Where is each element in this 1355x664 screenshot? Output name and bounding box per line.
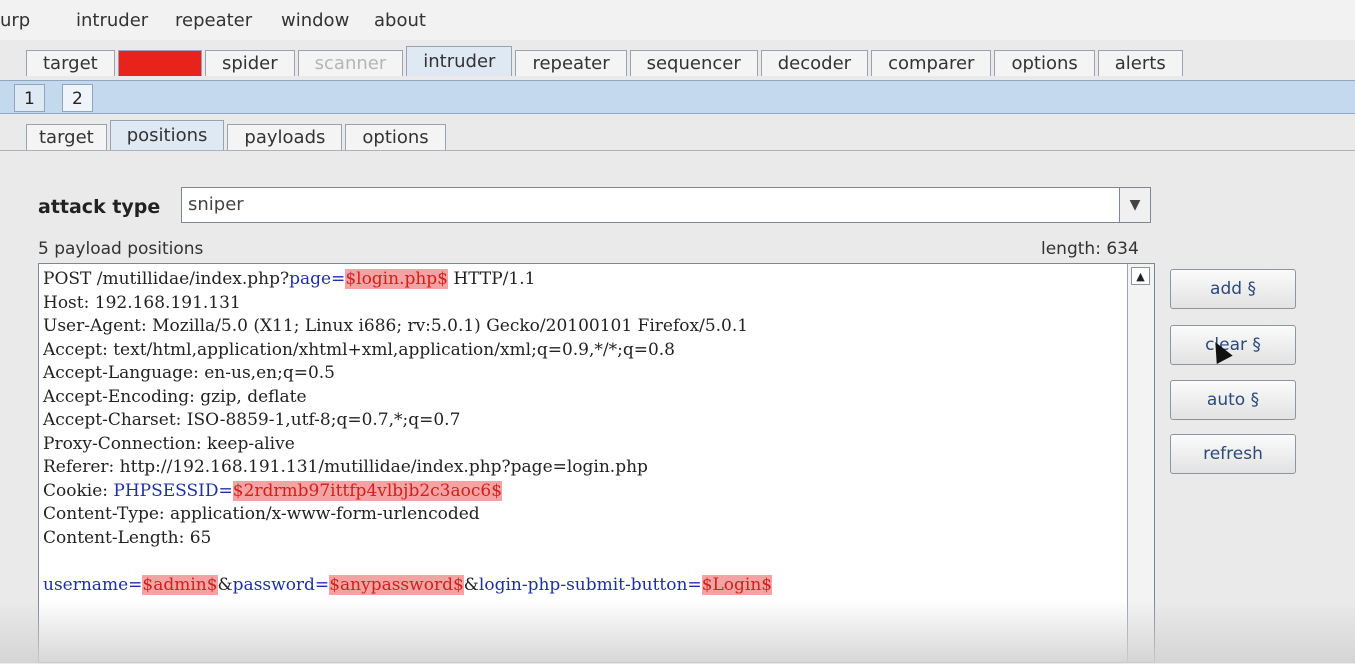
menu-about[interactable]: about bbox=[374, 10, 426, 31]
instance-tab-bar bbox=[0, 80, 1355, 114]
clear-positions-button[interactable]: clear § bbox=[1170, 325, 1296, 365]
dropdown-arrow-icon[interactable]: ▼ bbox=[1119, 188, 1150, 222]
tab-alerts[interactable]: alerts bbox=[1097, 50, 1183, 76]
payload-position: $login.php$ bbox=[345, 269, 449, 289]
request-line: Content-Length: 65 bbox=[43, 527, 212, 548]
request-line: Cookie: PHPSESSID=$2rdrmb97ittfp4vlbjb2c… bbox=[43, 480, 503, 501]
attack-type-value: sniper bbox=[188, 194, 244, 215]
tab-repeater[interactable]: repeater bbox=[515, 50, 627, 76]
request-line: username=$admin$&password=$anypassword$&… bbox=[43, 574, 773, 595]
payload-count: 5 payload positions bbox=[38, 239, 204, 259]
scroll-up-icon[interactable]: ▲ bbox=[1131, 267, 1150, 285]
param-name: page= bbox=[289, 269, 346, 289]
tab-options[interactable]: options bbox=[994, 50, 1095, 76]
menu-intruder[interactable]: intruder bbox=[76, 10, 148, 31]
subtab-payloads[interactable]: payloads bbox=[227, 124, 343, 150]
main-tab-bar: target proxy spider scanner intruder rep… bbox=[26, 44, 1186, 76]
request-editor[interactable]: POST /mutillidae/index.php?page=$login.p… bbox=[38, 263, 1155, 663]
tab-intruder[interactable]: intruder bbox=[406, 46, 513, 76]
menu-bar: urp intruder repeater window about bbox=[0, 0, 1355, 40]
subtab-target[interactable]: target bbox=[26, 124, 107, 150]
refresh-button[interactable]: refresh bbox=[1170, 434, 1296, 474]
menu-burp[interactable]: urp bbox=[0, 10, 30, 31]
attack-type-select[interactable]: sniper ▼ bbox=[181, 187, 1151, 223]
attack-type-label: attack type bbox=[38, 196, 161, 218]
request-length: length: 634 bbox=[1041, 239, 1139, 259]
subtab-positions[interactable]: positions bbox=[109, 120, 225, 150]
tab-scanner[interactable]: scanner bbox=[297, 50, 404, 76]
menu-window[interactable]: window bbox=[281, 10, 349, 31]
payload-position: $2rdrmb97ittfp4vlbjb2c3aoc6$ bbox=[232, 480, 503, 501]
request-line: Referer: http://192.168.191.131/mutillid… bbox=[43, 457, 648, 477]
request-line: Accept: text/html,application/xhtml+xml,… bbox=[43, 339, 675, 360]
param-name: PHPSESSID= bbox=[113, 480, 233, 501]
request-line: POST /mutillidae/index.php?page=$login.p… bbox=[43, 269, 536, 289]
tab-comparer[interactable]: comparer bbox=[871, 50, 992, 76]
tab-target[interactable]: target bbox=[26, 50, 115, 76]
tab-decoder[interactable]: decoder bbox=[760, 50, 869, 76]
request-line: Accept-Encoding: gzip, deflate bbox=[43, 386, 307, 407]
add-position-button[interactable]: add § bbox=[1170, 269, 1296, 309]
menu-repeater[interactable]: repeater bbox=[175, 10, 252, 31]
request-line: Proxy-Connection: keep-alive bbox=[43, 433, 295, 454]
request-line: User-Agent: Mozilla/5.0 (X11; Linux i686… bbox=[43, 316, 749, 336]
param-name: login-php-submit-button= bbox=[478, 574, 702, 595]
request-line: Content-Type: application/x-www-form-url… bbox=[43, 504, 480, 524]
request-line: Host: 192.168.191.131 bbox=[43, 292, 241, 313]
payload-position: $anypassword$ bbox=[329, 574, 464, 595]
request-line: Accept-Charset: ISO-8859-1,utf-8;q=0.7,*… bbox=[43, 410, 461, 430]
payload-position: $Login$ bbox=[701, 574, 773, 595]
request-text: POST /mutillidae/index.php?page=$login.p… bbox=[43, 268, 773, 597]
request-line: Accept-Language: en-us,en;q=0.5 bbox=[43, 363, 335, 383]
tab-proxy[interactable]: proxy bbox=[117, 50, 202, 76]
tab-sequencer[interactable]: sequencer bbox=[629, 50, 758, 76]
param-name: password= bbox=[232, 574, 330, 595]
param-name: username= bbox=[43, 574, 143, 595]
editor-scrollbar[interactable]: ▲ bbox=[1127, 264, 1154, 662]
request-line bbox=[43, 550, 772, 574]
subtab-options[interactable]: options bbox=[345, 124, 446, 150]
tab-spider[interactable]: spider bbox=[204, 50, 295, 76]
payload-position: $admin$ bbox=[142, 574, 218, 595]
sub-tab-bar: target positions payloads options bbox=[26, 120, 449, 150]
auto-positions-button[interactable]: auto § bbox=[1170, 380, 1296, 420]
instance-tab-1[interactable]: 1 bbox=[14, 84, 45, 112]
instance-tab-2[interactable]: 2 bbox=[62, 84, 93, 112]
